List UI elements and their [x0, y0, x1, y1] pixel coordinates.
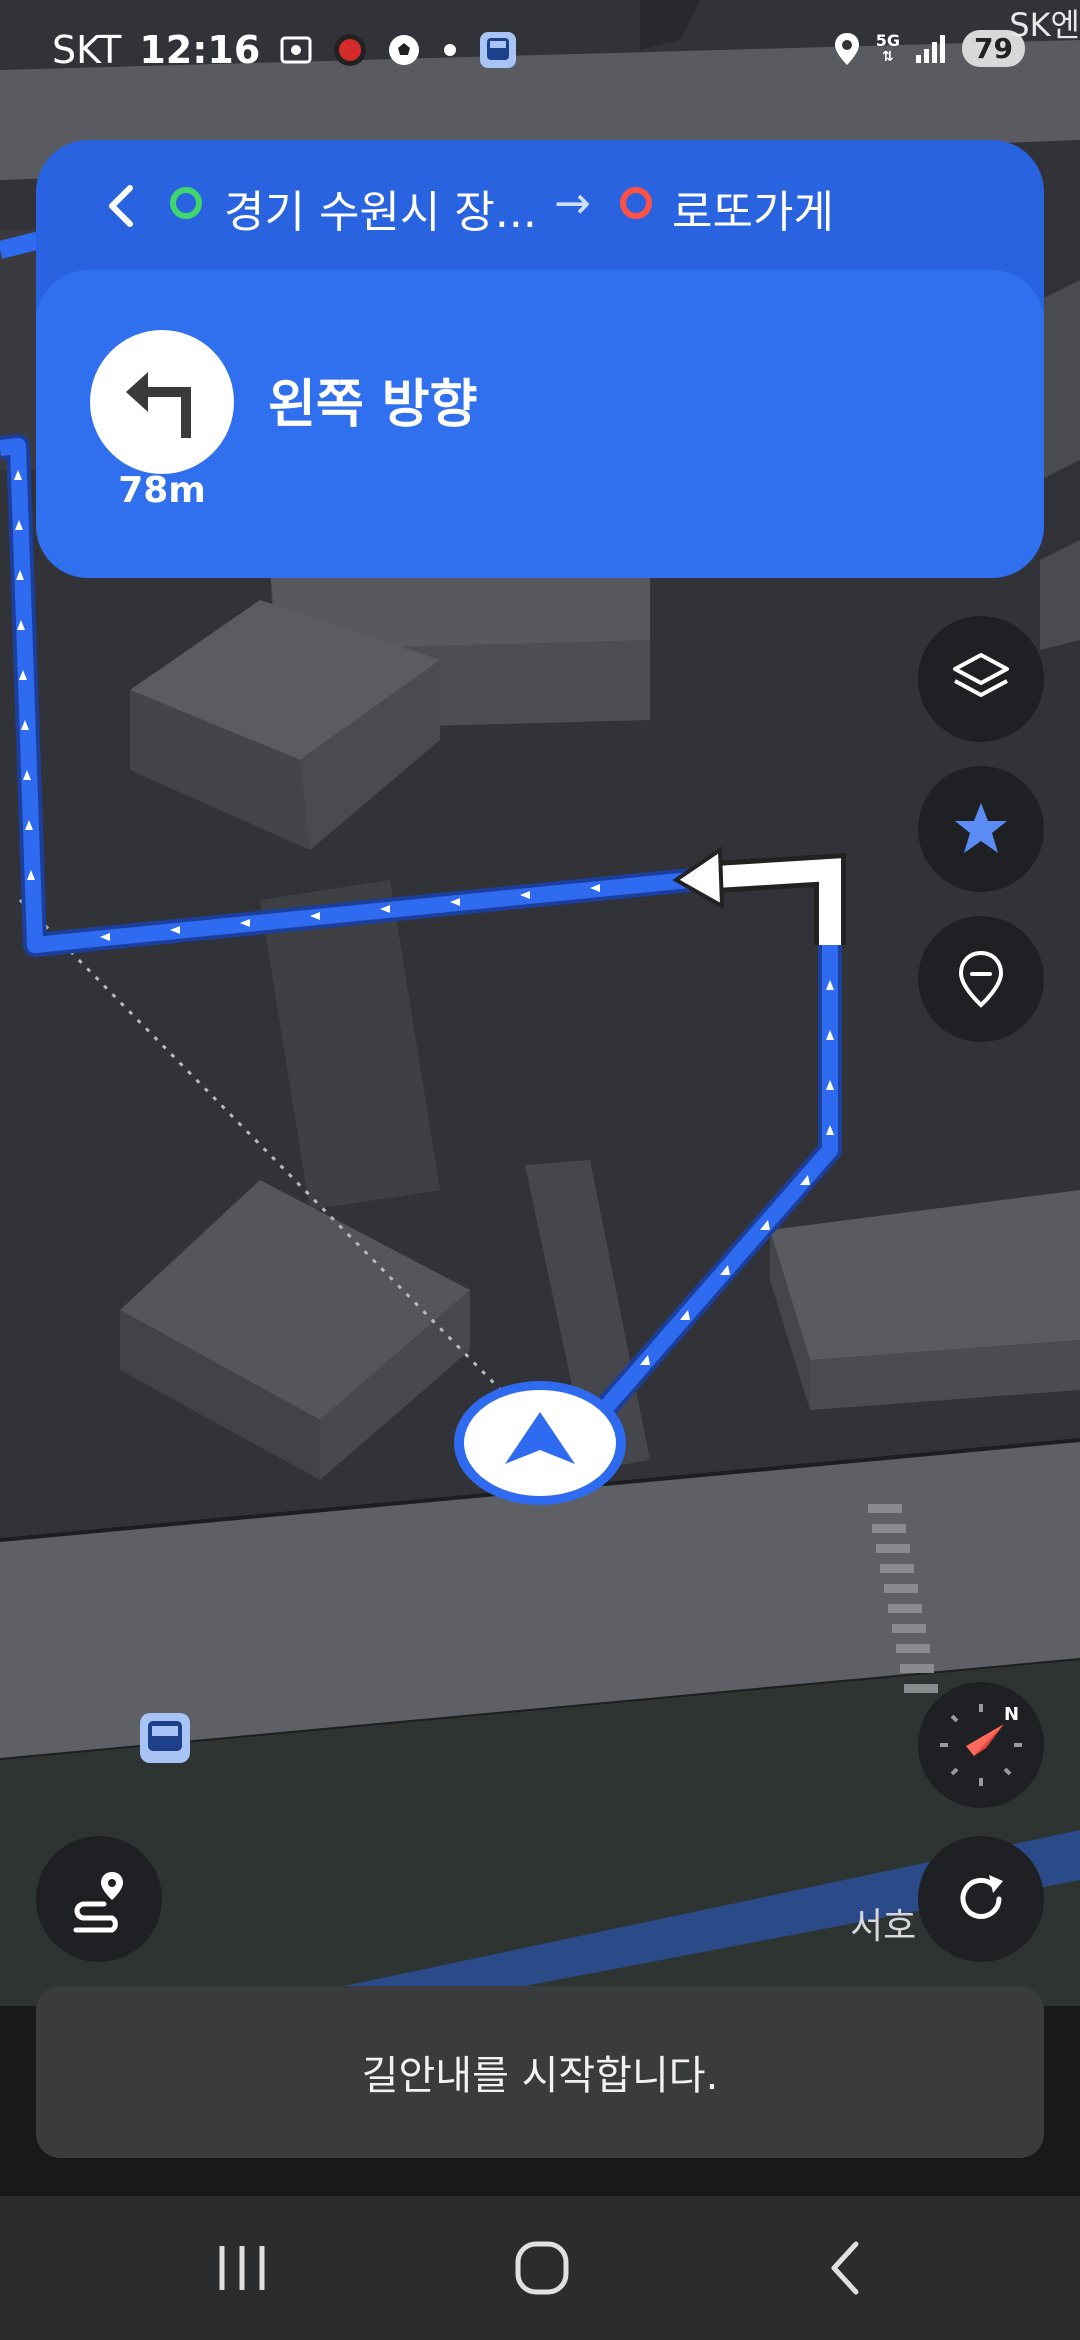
- home-button[interactable]: [462, 2196, 622, 2340]
- favorite-button[interactable]: [918, 766, 1044, 892]
- turn-distance: 78m: [118, 470, 206, 511]
- place-pin-button[interactable]: [918, 916, 1044, 1042]
- back-icon: [831, 2241, 859, 2295]
- system-back-button[interactable]: [766, 2196, 926, 2340]
- lotto-app-icon: [332, 32, 368, 68]
- network-5g-icon: 5G ⇅: [875, 30, 901, 65]
- favorite-star-icon: [955, 803, 1007, 853]
- recent-apps-icon: [219, 2246, 265, 2290]
- toast-message: 길안내를 시작합니다.: [36, 1986, 1044, 2158]
- status-bar: SKT 12:16 5G ⇅ 79 SK엔: [0, 0, 1080, 110]
- svg-text:N: N: [1004, 1704, 1019, 1725]
- turn-left-icon: [90, 330, 234, 474]
- location-icon: [832, 31, 862, 67]
- layers-button[interactable]: [918, 616, 1044, 742]
- destination-label: 로또가게: [672, 187, 834, 238]
- map-label-area: 서호: [850, 1906, 916, 1947]
- signal-icon: [914, 33, 948, 65]
- route-overview-button[interactable]: [36, 1836, 162, 1962]
- network-label: 5G: [875, 30, 901, 50]
- notification-dot-icon: [440, 40, 460, 60]
- route-guidance-card: 경기 수원시 장... → 로또가게 78m 왼쪽 방향: [36, 140, 1044, 578]
- bus-notification-icon: [478, 30, 518, 70]
- system-navigation-bar: [0, 2196, 1080, 2340]
- refresh-icon: [960, 1875, 1003, 1919]
- home-icon: [515, 2241, 569, 2295]
- bus-stop-icon[interactable]: [140, 1713, 190, 1763]
- compass-button[interactable]: N: [918, 1682, 1044, 1808]
- turn-instruction: 왼쪽 방향: [268, 375, 478, 435]
- place-pin-icon: [958, 950, 1004, 1008]
- recenter-button[interactable]: [918, 1836, 1044, 1962]
- compass-icon: N: [940, 1704, 1022, 1786]
- current-location-marker: [454, 1381, 626, 1505]
- screenshot-icon: [278, 32, 314, 68]
- route-overview-icon: [73, 1872, 123, 1933]
- turn-guidance-panel: 78m 왼쪽 방향: [36, 270, 1044, 578]
- soccer-ball-icon: [386, 32, 422, 68]
- carrier-label: SKT: [52, 28, 122, 72]
- route-arrow: →: [554, 178, 591, 229]
- layers-icon: [953, 653, 1009, 697]
- origin-dot-icon: [170, 187, 202, 219]
- back-button[interactable]: [94, 178, 150, 234]
- origin-label: 경기 수원시 장...: [224, 187, 537, 238]
- route-header[interactable]: 경기 수원시 장... → 로또가게: [36, 140, 1044, 270]
- recent-apps-button[interactable]: [162, 2196, 322, 2340]
- clock: 12:16: [139, 28, 261, 72]
- map-label-top: SK엔: [1009, 6, 1080, 44]
- destination-dot-icon: [620, 187, 652, 219]
